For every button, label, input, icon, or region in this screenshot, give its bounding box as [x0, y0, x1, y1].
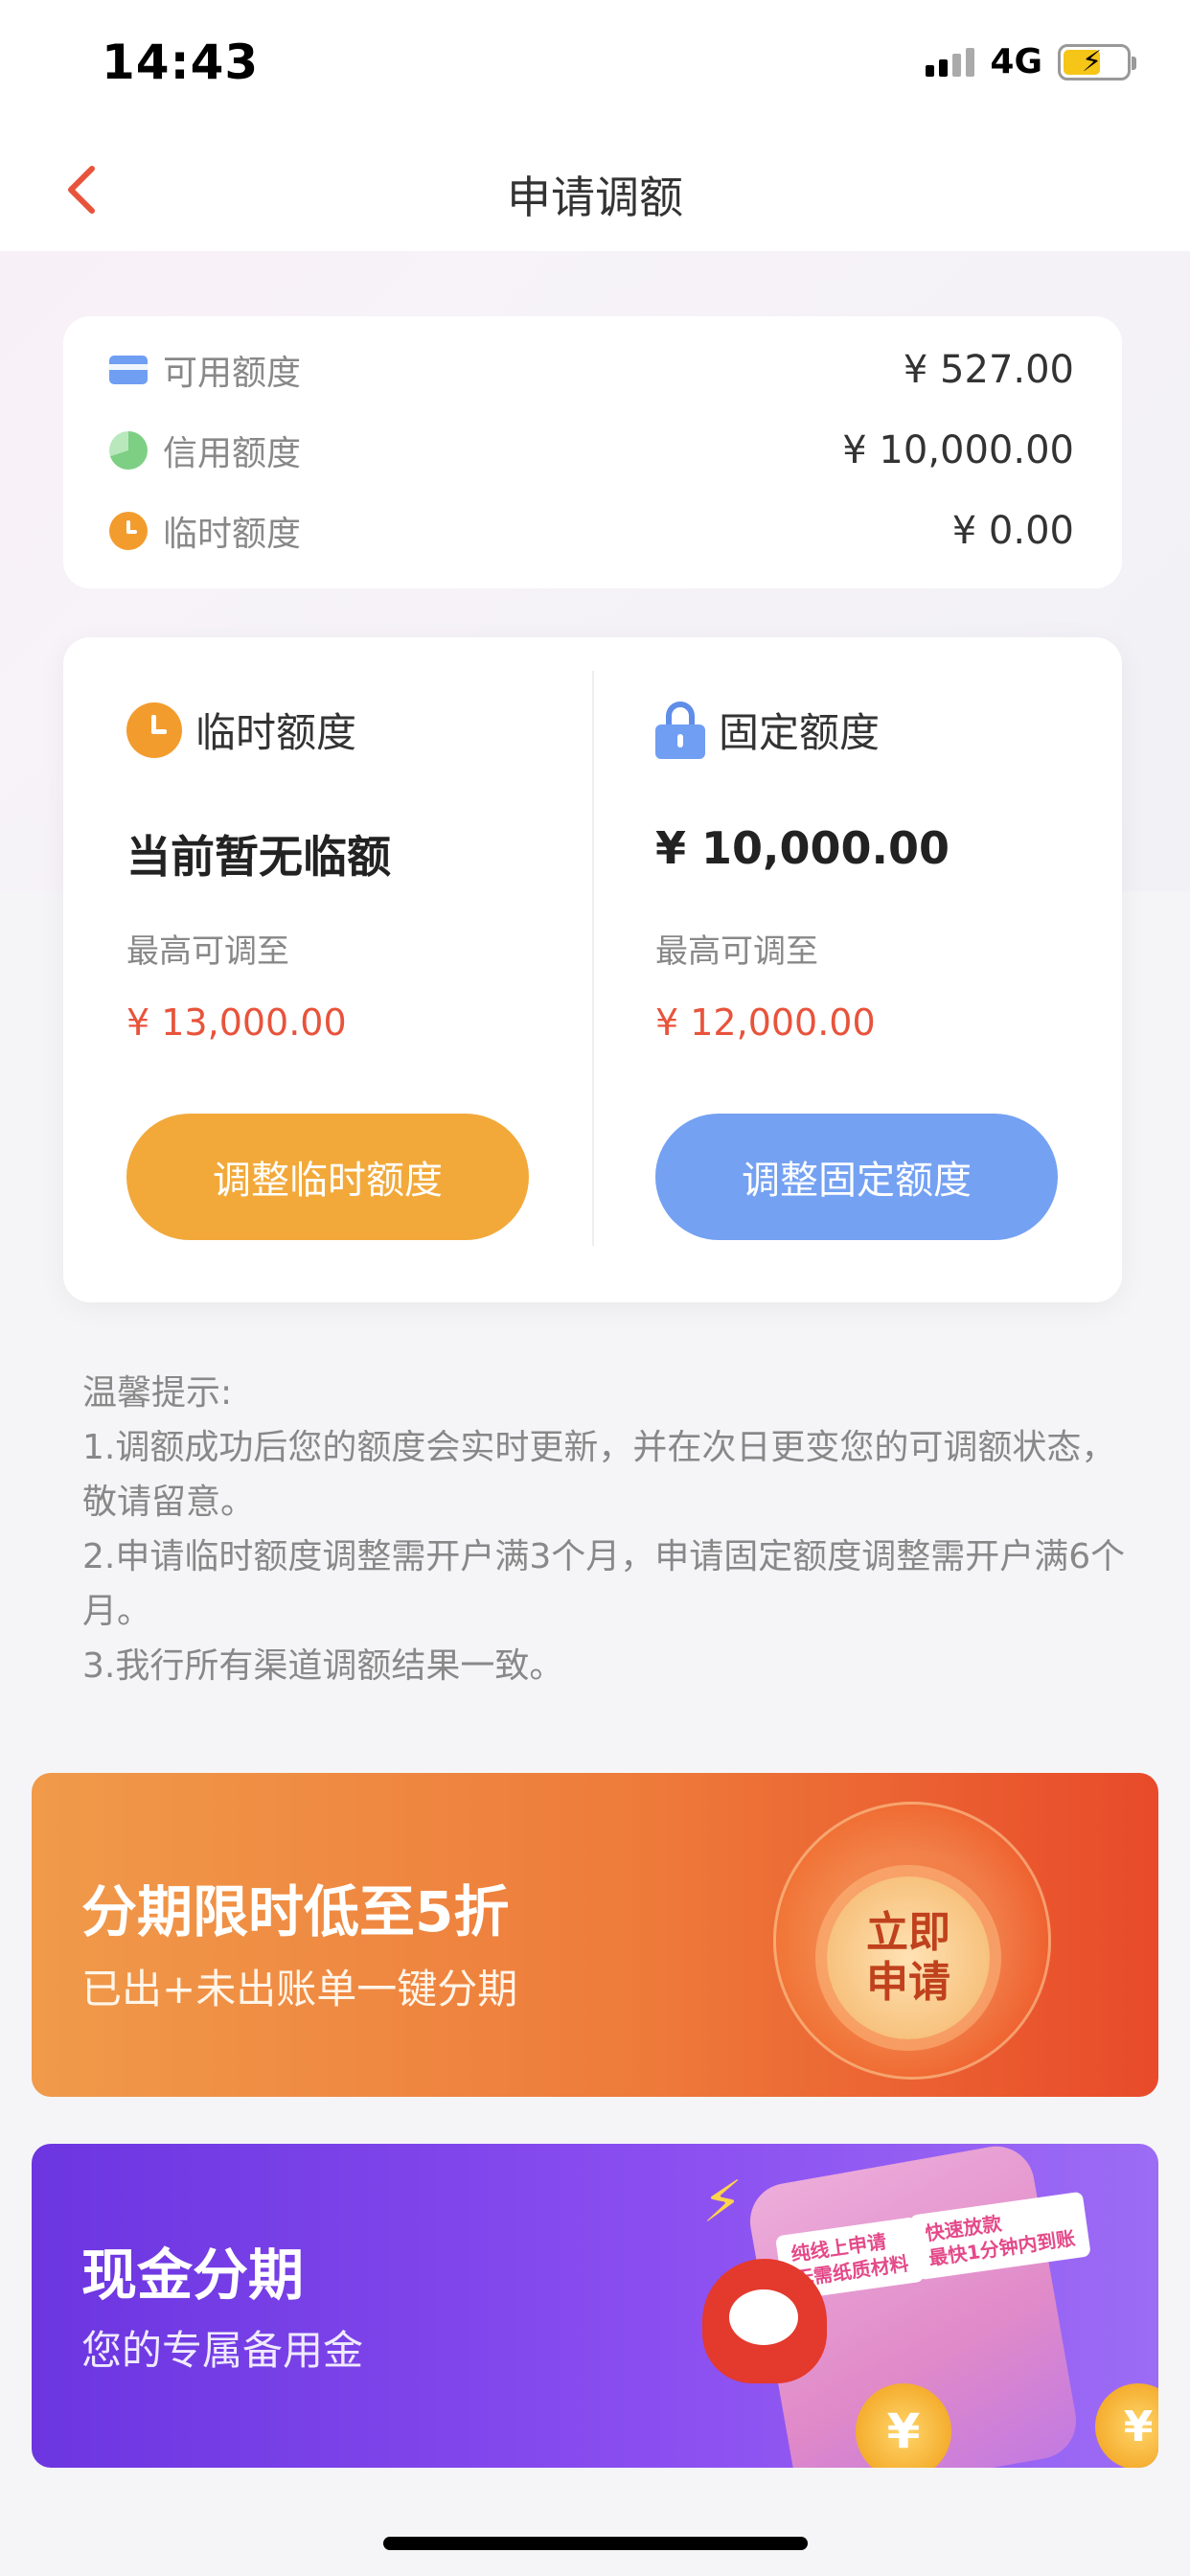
lock-icon: [655, 701, 705, 759]
summary-value: ¥ 10,000.00: [842, 428, 1074, 472]
temporary-limit-header: 临时额度: [126, 701, 356, 759]
banner-subtitle: 您的专属备用金: [81, 2327, 364, 2374]
fixed-limit-title: 固定额度: [719, 709, 881, 756]
coin-icon: ¥: [1095, 2383, 1158, 2468]
adjust-limit-card: 临时额度 当前暂无临额 最高可调至 ¥ 13,000.00 调整临时额度 固定额…: [63, 637, 1122, 1302]
summary-value: ¥ 0.00: [951, 509, 1074, 553]
tip-line: 3.我行所有渠道调额结果一致。: [82, 1646, 564, 1686]
adjust-temporary-limit-button[interactable]: 调整临时额度: [126, 1114, 529, 1240]
limit-summary-card: 可用额度 ¥ 527.00 信用额度 ¥ 10,000.00 临时额度 ¥ 0.…: [63, 316, 1122, 588]
tip-line: 2.申请临时额度调整需开户满3个月，申请固定额度调整需开户满6个月。: [82, 1537, 1126, 1631]
mascot-illustration: [702, 2259, 827, 2383]
summary-label: 临时额度: [163, 515, 302, 554]
temporary-limit-max-value: ¥ 13,000.00: [126, 1001, 347, 1044]
fixed-limit-max-label: 最高可调至: [655, 932, 818, 971]
temporary-limit-max-label: 最高可调至: [126, 932, 289, 971]
card-icon: [109, 356, 148, 384]
tip-line: 1.调额成功后您的额度会实时更新，并在次日更变您的可调额状态，敬请留意。: [82, 1428, 1116, 1522]
signal-icon: [926, 47, 975, 77]
pie-icon: [109, 431, 148, 470]
temporary-limit-title: 临时额度: [195, 709, 357, 756]
fixed-limit-header: 固定额度: [655, 701, 880, 759]
adjust-fixed-limit-button[interactable]: 调整固定额度: [655, 1114, 1058, 1240]
network-label: 4G: [990, 42, 1042, 81]
fixed-limit-current: ¥ 10,000.00: [655, 822, 950, 874]
summary-row-available: 可用额度 ¥ 527.00: [109, 341, 1074, 399]
cash-installment-banner[interactable]: 现金分期 您的专属备用金 ⚡ 纯线上申请 无需纸质材料 快速放款 最快1分钟内到…: [32, 2144, 1158, 2468]
tips-heading: 温馨提示:: [82, 1373, 233, 1413]
banner-subtitle: 已出+未出账单一键分期: [81, 1966, 518, 2012]
summary-row-temporary: 临时额度 ¥ 0.00: [109, 502, 1074, 560]
tips-section: 温馨提示: 1.调额成功后您的额度会实时更新，并在次日更变您的可调额状态，敬请留…: [82, 1366, 1127, 1693]
banner-title: 现金分期: [81, 2242, 305, 2308]
summary-label: 信用额度: [163, 434, 302, 473]
clock-icon: [126, 702, 182, 758]
clock-icon: [109, 512, 148, 550]
lightning-icon: ⚡: [702, 2169, 744, 2236]
banner-title: 分期限时低至5折: [81, 1879, 510, 1944]
summary-row-credit: 信用额度 ¥ 10,000.00: [109, 422, 1074, 479]
temporary-limit-current: 当前暂无临额: [126, 831, 391, 883]
badge-text: 立即: [866, 1908, 950, 1957]
page-title: 申请调额: [507, 172, 683, 223]
status-time: 14:43: [102, 34, 260, 90]
fixed-limit-max-value: ¥ 12,000.00: [655, 1001, 876, 1044]
status-indicators: 4G ⚡: [926, 42, 1136, 81]
apply-now-badge[interactable]: 立即 申请: [827, 1876, 990, 2039]
fixed-limit-column: 固定额度 ¥ 10,000.00 最高可调至 ¥ 12,000.00 调整固定额…: [592, 637, 1121, 1302]
badge-text: 申请: [866, 1958, 950, 2007]
battery-icon: ⚡: [1058, 43, 1136, 80]
installment-promo-banner[interactable]: 分期限时低至5折 已出+未出账单一键分期 立即 申请: [32, 1773, 1158, 2097]
summary-label: 可用额度: [163, 354, 302, 393]
temporary-limit-column: 临时额度 当前暂无临额 最高可调至 ¥ 13,000.00 调整临时额度: [63, 637, 592, 1302]
home-indicator[interactable]: [383, 2537, 808, 2550]
summary-value: ¥ 527.00: [903, 348, 1074, 392]
